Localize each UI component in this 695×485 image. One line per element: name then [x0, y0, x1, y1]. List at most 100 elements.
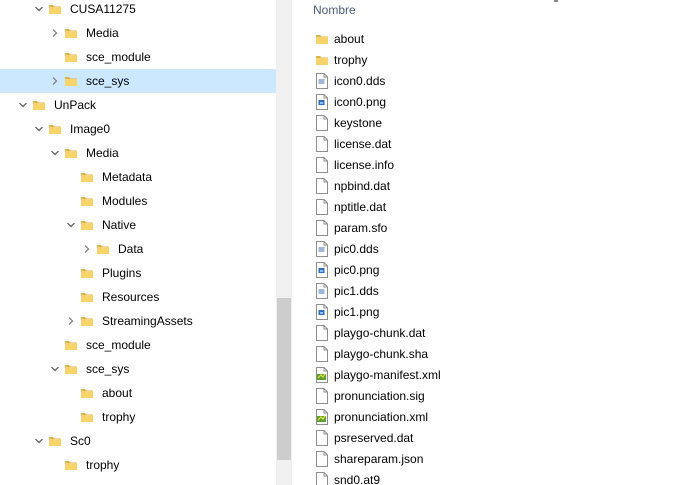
navigation-tree[interactable]: CUSA11275 Media sce_module sce_sys UnPac… — [0, 0, 276, 485]
tree-item-label: CUSA11275 — [70, 2, 136, 16]
file-list-item[interactable]: psreserved.dat — [292, 427, 695, 448]
image-file-icon — [315, 73, 329, 89]
tree-item-trophy[interactable]: trophy — [0, 405, 276, 429]
tree-item-label: Modules — [102, 194, 148, 208]
png-file-icon — [315, 262, 329, 278]
file-list-item[interactable]: about — [292, 28, 695, 49]
chevron-right-icon[interactable] — [50, 28, 60, 38]
file-list-item[interactable]: pic1.png — [292, 301, 695, 322]
file-icon — [315, 178, 329, 194]
file-list-item[interactable]: pic0.png — [292, 259, 695, 280]
file-list-item[interactable]: pic1.dds — [292, 280, 695, 301]
folder-icon — [315, 31, 329, 47]
tree-item-image0[interactable]: Image0 — [0, 117, 276, 141]
chevron-down-icon[interactable] — [50, 148, 60, 158]
tree-item-cusa11275[interactable]: CUSA11275 — [0, 0, 276, 21]
file-list[interactable]: Nombre about trophy icon0.dds icon0.png keys… — [292, 0, 695, 485]
chevron-right-icon[interactable] — [66, 316, 76, 326]
folder-icon — [64, 458, 78, 472]
file-icon — [315, 346, 329, 362]
file-list-item[interactable]: license.dat — [292, 133, 695, 154]
tree-item-metadata[interactable]: Metadata — [0, 165, 276, 189]
chevron-down-icon[interactable] — [34, 4, 44, 14]
tree-item-streamingassets[interactable]: StreamingAssets — [0, 309, 276, 333]
scrollbar-thumb[interactable] — [277, 298, 291, 460]
tree-item-native[interactable]: Native — [0, 213, 276, 237]
chevron-down-icon[interactable] — [34, 436, 44, 446]
folder-icon — [32, 98, 46, 112]
file-list-item[interactable]: pic0.dds — [292, 238, 695, 259]
chevron-down-icon[interactable] — [34, 124, 44, 134]
tree-item-data[interactable]: Data — [0, 237, 276, 261]
file-list-item[interactable]: pronunciation.xml — [292, 406, 695, 427]
tree-item-sce-sys[interactable]: sce_sys — [0, 357, 276, 381]
file-icon — [315, 136, 329, 152]
file-name: icon0.dds — [334, 74, 386, 88]
file-name: playgo-manifest.xml — [334, 368, 441, 382]
file-name: trophy — [334, 53, 368, 67]
file-list-item[interactable]: trophy — [292, 49, 695, 70]
file-name: about — [334, 32, 365, 46]
xml-file-icon — [315, 409, 329, 425]
file-list-item[interactable]: shareparam.json — [292, 448, 695, 469]
tree-item-sc0[interactable]: Sc0 — [0, 429, 276, 453]
chevron-down-icon[interactable] — [18, 100, 28, 110]
folder-icon — [96, 242, 110, 256]
tree-item-resources[interactable]: Resources — [0, 285, 276, 309]
tree-item-sce-sys-selected[interactable]: sce_sys — [0, 69, 276, 93]
tree-item-sce-module[interactable]: sce_module — [0, 45, 276, 69]
file-list-item[interactable]: npbind.dat — [292, 175, 695, 196]
file-list-item[interactable]: playgo-chunk.dat — [292, 322, 695, 343]
tree-item-label: Plugins — [102, 266, 142, 280]
file-name: playgo-chunk.sha — [334, 347, 429, 361]
file-list-item[interactable]: icon0.dds — [292, 70, 695, 91]
file-name: license.info — [334, 158, 395, 172]
file-list-item[interactable]: playgo-manifest.xml — [292, 364, 695, 385]
file-list-item[interactable]: param.sfo — [292, 217, 695, 238]
tree-item-unpack[interactable]: UnPack — [0, 93, 276, 117]
tree-scrollbar[interactable] — [276, 0, 292, 485]
tree-item-modules[interactable]: Modules — [0, 189, 276, 213]
tree-item-label: trophy — [86, 458, 120, 472]
tree-item-label: trophy — [102, 410, 136, 424]
png-file-icon — [315, 94, 329, 110]
tree-item-label: Metadata — [102, 170, 153, 184]
file-list-item[interactable]: nptitle.dat — [292, 196, 695, 217]
column-header-name[interactable]: Nombre — [313, 3, 356, 17]
file-name: pronunciation.xml — [334, 410, 429, 424]
file-list-item[interactable]: icon0.png — [292, 91, 695, 112]
file-name: license.dat — [334, 137, 392, 151]
tree-item-label: Sc0 — [70, 434, 91, 448]
file-list-item[interactable]: snd0.at9 — [292, 469, 695, 485]
folder-icon — [315, 52, 329, 68]
tree-item-media[interactable]: Media — [0, 21, 276, 45]
file-name: npbind.dat — [334, 179, 391, 193]
file-icon — [315, 199, 329, 215]
folder-icon — [64, 362, 78, 376]
file-list-item[interactable]: keystone — [292, 112, 695, 133]
tree-item-plugins[interactable]: Plugins — [0, 261, 276, 285]
file-icon — [315, 325, 329, 341]
file-name: icon0.png — [334, 95, 387, 109]
folder-icon — [64, 26, 78, 40]
file-list-item[interactable]: license.info — [292, 154, 695, 175]
tree-item-sce-module[interactable]: sce_module — [0, 333, 276, 357]
file-name: param.sfo — [334, 221, 388, 235]
tree-item-label: Image0 — [70, 122, 111, 136]
file-icon — [315, 157, 329, 173]
tree-item-trophy[interactable]: trophy — [0, 453, 276, 477]
chevron-down-icon[interactable] — [66, 220, 76, 230]
image-file-icon — [315, 241, 329, 257]
tree-item-about[interactable]: about — [0, 381, 276, 405]
file-list-item[interactable]: pronunciation.sig — [292, 385, 695, 406]
tree-item-label: sce_module — [86, 338, 151, 352]
file-icon — [315, 220, 329, 236]
folder-icon — [48, 434, 62, 448]
tree-item-label: sce_sys — [86, 362, 130, 376]
tree-item-media[interactable]: Media — [0, 141, 276, 165]
folder-icon — [80, 386, 94, 400]
chevron-down-icon[interactable] — [50, 364, 60, 374]
chevron-right-icon[interactable] — [82, 244, 92, 254]
file-list-item[interactable]: playgo-chunk.sha — [292, 343, 695, 364]
chevron-right-icon[interactable] — [50, 76, 60, 86]
